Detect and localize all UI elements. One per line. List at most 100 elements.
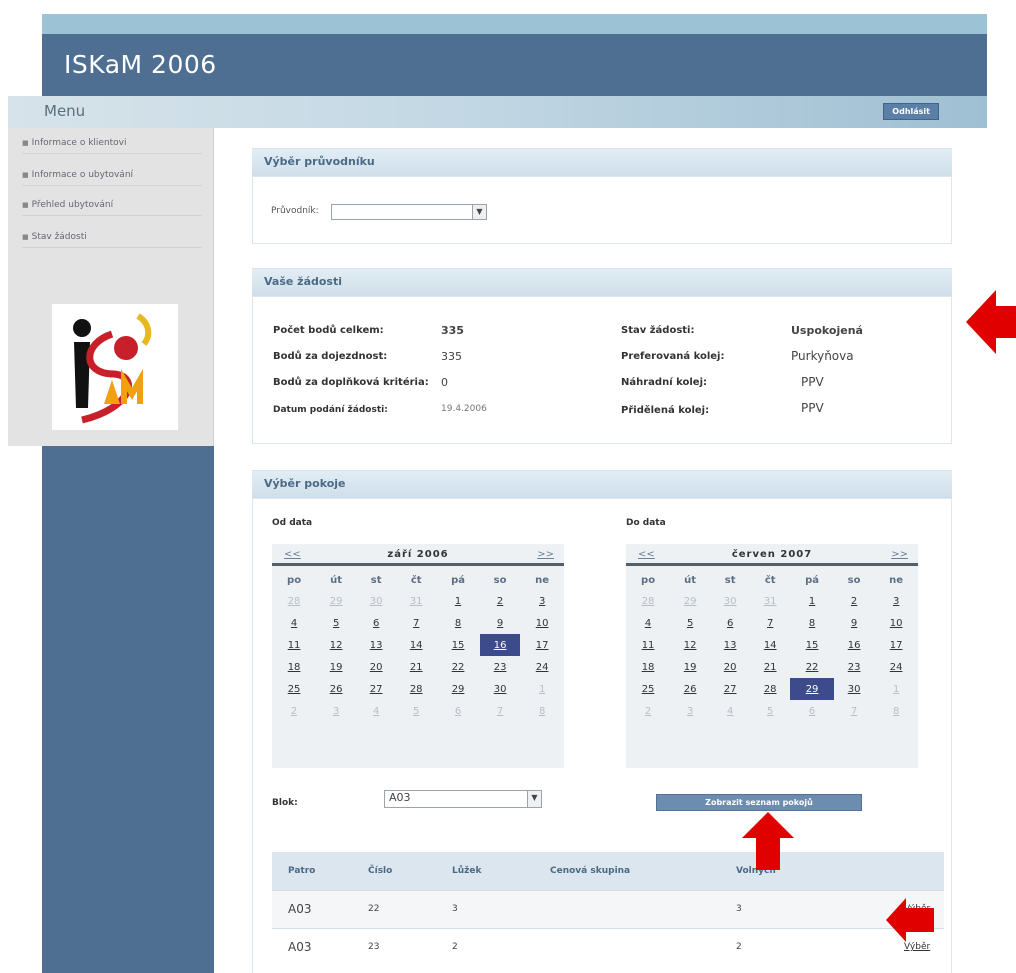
show-rooms-button[interactable]: Zobrazit seznam pokojů xyxy=(656,794,862,811)
calendar-day[interactable]: 8 xyxy=(874,700,918,722)
calendar-prev-button[interactable]: << xyxy=(638,549,655,560)
calendar-day[interactable]: 1 xyxy=(790,590,834,612)
block-select[interactable]: A03 ▼ xyxy=(384,790,542,808)
calendar-day[interactable]: 6 xyxy=(790,700,834,722)
calendar-day[interactable]: 6 xyxy=(710,612,750,634)
calendar-day[interactable]: 5 xyxy=(750,700,790,722)
calendar-day[interactable]: 5 xyxy=(316,612,356,634)
calendar-day[interactable]: 5 xyxy=(670,612,710,634)
calendar-day[interactable]: 7 xyxy=(750,612,790,634)
calendar-day[interactable]: 9 xyxy=(834,612,874,634)
calendar-prev-button[interactable]: << xyxy=(284,549,301,560)
calendar-day[interactable]: 25 xyxy=(626,678,670,700)
calendar-day[interactable]: 27 xyxy=(710,678,750,700)
calendar-day[interactable]: 8 xyxy=(520,700,564,722)
calendar-day[interactable]: 7 xyxy=(834,700,874,722)
calendar-day[interactable]: 18 xyxy=(272,656,316,678)
sidebar-item-accommodation-overview[interactable]: ■ Přehled ubytování xyxy=(22,194,202,216)
calendar-day[interactable]: 19 xyxy=(670,656,710,678)
calendar-day[interactable]: 17 xyxy=(520,634,564,656)
calendar-day[interactable]: 1 xyxy=(436,590,480,612)
calendar-day[interactable]: 11 xyxy=(272,634,316,656)
calendar-day[interactable]: 30 xyxy=(710,590,750,612)
logout-button[interactable]: Odhlásit xyxy=(883,103,939,120)
calendar-day[interactable]: 17 xyxy=(874,634,918,656)
calendar-day[interactable]: 10 xyxy=(520,612,564,634)
calendar-day[interactable]: 5 xyxy=(396,700,436,722)
calendar-day[interactable]: 11 xyxy=(626,634,670,656)
calendar-day[interactable]: 28 xyxy=(750,678,790,700)
calendar-day[interactable]: 4 xyxy=(626,612,670,634)
calendar-day[interactable]: 26 xyxy=(670,678,710,700)
calendar-day[interactable]: 1 xyxy=(520,678,564,700)
calendar-day[interactable]: 21 xyxy=(750,656,790,678)
calendar-week-row: 2345678 xyxy=(626,700,918,722)
calendar-day[interactable]: 29 xyxy=(316,590,356,612)
calendar-day[interactable]: 1 xyxy=(874,678,918,700)
calendar-day[interactable]: 21 xyxy=(396,656,436,678)
calendar-day[interactable]: 13 xyxy=(710,634,750,656)
calendar-day[interactable]: 3 xyxy=(316,700,356,722)
calendar-day[interactable]: 20 xyxy=(356,656,396,678)
calendar-day[interactable]: 8 xyxy=(436,612,480,634)
calendar-day[interactable]: 2 xyxy=(626,700,670,722)
calendar-day[interactable]: 25 xyxy=(272,678,316,700)
sidebar-item-request-status[interactable]: ■ Stav žádosti xyxy=(22,226,202,248)
sidebar-item-client-info[interactable]: ■ Informace o klientovi xyxy=(22,132,202,154)
calendar-day[interactable]: 18 xyxy=(626,656,670,678)
calendar-day[interactable]: 22 xyxy=(436,656,480,678)
calendar-day[interactable]: 4 xyxy=(272,612,316,634)
sidebar-item-accommodation-info[interactable]: ■ Informace o ubytování xyxy=(22,164,202,186)
calendar-day[interactable]: 12 xyxy=(316,634,356,656)
calendar-day[interactable]: 7 xyxy=(480,700,520,722)
calendar-day[interactable]: 16 xyxy=(479,634,521,656)
calendar-day[interactable]: 7 xyxy=(396,612,436,634)
calendar-day[interactable]: 22 xyxy=(790,656,834,678)
calendar-day[interactable]: 23 xyxy=(480,656,520,678)
calendar-day[interactable]: 30 xyxy=(834,678,874,700)
calendar-day[interactable]: 29 xyxy=(790,678,834,700)
calendar-day[interactable]: 13 xyxy=(356,634,396,656)
calendar-day[interactable]: 14 xyxy=(750,634,790,656)
calendar-day[interactable]: 28 xyxy=(272,590,316,612)
calendar-day[interactable]: 23 xyxy=(834,656,874,678)
calendar-day[interactable]: 3 xyxy=(670,700,710,722)
calendar-day[interactable]: 6 xyxy=(436,700,480,722)
calendar-day[interactable]: 19 xyxy=(316,656,356,678)
calendar-day[interactable]: 6 xyxy=(356,612,396,634)
calendar-day[interactable]: 4 xyxy=(710,700,750,722)
calendar-day[interactable]: 27 xyxy=(356,678,396,700)
cell-floor: A03 xyxy=(272,889,352,928)
sidebar-item-label: Informace o ubytování xyxy=(31,170,134,180)
calendar-day[interactable]: 14 xyxy=(396,634,436,656)
calendar-day[interactable]: 30 xyxy=(480,678,520,700)
calendar-day[interactable]: 12 xyxy=(670,634,710,656)
calendar-day[interactable]: 30 xyxy=(356,590,396,612)
select-room-link[interactable]: Výběr xyxy=(904,942,930,952)
calendar-day[interactable]: 3 xyxy=(520,590,564,612)
calendar-day[interactable]: 29 xyxy=(436,678,480,700)
calendar-day[interactable]: 28 xyxy=(396,678,436,700)
calendar-day[interactable]: 4 xyxy=(356,700,396,722)
calendar-day[interactable]: 8 xyxy=(790,612,834,634)
guide-select[interactable]: ▼ xyxy=(331,204,487,220)
calendar-next-button[interactable]: >> xyxy=(537,549,554,560)
calendar-day[interactable]: 28 xyxy=(626,590,670,612)
calendar-day[interactable]: 2 xyxy=(480,590,520,612)
calendar-day[interactable]: 9 xyxy=(480,612,520,634)
calendar-next-button[interactable]: >> xyxy=(891,549,908,560)
calendar-day[interactable]: 31 xyxy=(396,590,436,612)
calendar-day[interactable]: 20 xyxy=(710,656,750,678)
calendar-day[interactable]: 24 xyxy=(520,656,564,678)
calendar-day[interactable]: 10 xyxy=(874,612,918,634)
calendar-day[interactable]: 26 xyxy=(316,678,356,700)
calendar-day[interactable]: 29 xyxy=(670,590,710,612)
calendar-day[interactable]: 16 xyxy=(834,634,874,656)
calendar-day[interactable]: 24 xyxy=(874,656,918,678)
calendar-day[interactable]: 2 xyxy=(272,700,316,722)
calendar-day[interactable]: 15 xyxy=(436,634,480,656)
calendar-day[interactable]: 3 xyxy=(874,590,918,612)
calendar-day[interactable]: 31 xyxy=(750,590,790,612)
calendar-day[interactable]: 2 xyxy=(834,590,874,612)
calendar-day[interactable]: 15 xyxy=(790,634,834,656)
